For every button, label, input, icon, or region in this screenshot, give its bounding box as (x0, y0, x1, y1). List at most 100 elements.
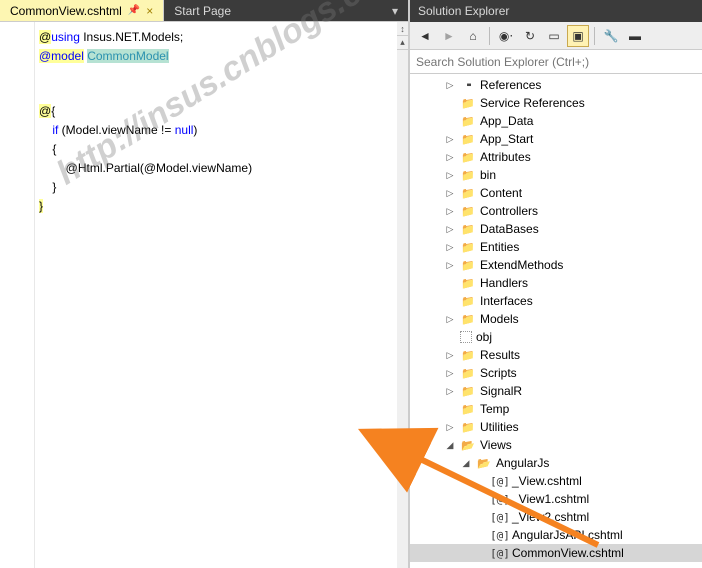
tree-node[interactable]: ▷📁Models (410, 310, 702, 328)
tree-node[interactable]: ▷📁Interfaces (410, 292, 702, 310)
tree-label: App_Data (480, 114, 533, 128)
expand-icon[interactable]: ▷ (444, 80, 456, 91)
expand-icon[interactable]: ▷ (444, 368, 456, 379)
folder-icon: 📁 (460, 96, 476, 110)
expand-icon[interactable]: ▷ (444, 422, 456, 433)
expand-icon[interactable]: ▷ (444, 188, 456, 199)
separator (489, 27, 490, 45)
folder-icon: 📁 (460, 384, 476, 398)
nav-up-icon[interactable]: ▴ (397, 36, 408, 50)
tree-node[interactable]: ▷📁Entities (410, 238, 702, 256)
tree-node[interactable]: ◢📂Views (410, 436, 702, 454)
tree-node[interactable]: ▷[@]_View2.cshtml (410, 508, 702, 526)
expand-icon[interactable]: ◢ (460, 458, 472, 469)
cshtml-icon: [@] (492, 546, 508, 560)
tree-node[interactable]: ▷📁DataBases (410, 220, 702, 238)
solution-tree[interactable]: ▷ ▪▪ References ▷📁Service References ▷ 📁 App_D… (410, 74, 702, 568)
tree-label: CommonView.cshtml (512, 546, 624, 560)
expand-icon[interactable]: ▷ (444, 260, 456, 271)
home-button[interactable]: ⌂ (462, 25, 484, 47)
solution-explorer-toolbar: ◄ ► ⌂ ◉⋅ ↻ ▭ ▣ 🔧 ▬ (410, 22, 702, 50)
tree-node[interactable]: ▷obj (410, 328, 702, 346)
expand-icon[interactable]: ▷ (444, 152, 456, 163)
collapse-button[interactable]: ▭ (543, 25, 565, 47)
tree-label: Attributes (480, 150, 531, 164)
forward-button[interactable]: ► (438, 25, 460, 47)
tree-node[interactable]: ▷📁Handlers (410, 274, 702, 292)
cshtml-icon: [@] (492, 474, 508, 488)
code-editor[interactable]: @using Insus.NET.Models; @model CommonMo… (35, 22, 397, 568)
refresh-button[interactable]: ↻ (519, 25, 541, 47)
split-button[interactable]: ↕ (397, 22, 408, 36)
tree-node[interactable]: ▷[@]AngularJsAPI.cshtml (410, 526, 702, 544)
expand-icon[interactable]: ◢ (444, 440, 456, 451)
tree-node[interactable]: ▷📁Content (410, 184, 702, 202)
tree-node[interactable]: ▷📁ExtendMethods (410, 256, 702, 274)
expand-icon[interactable]: ▷ (444, 224, 456, 235)
tree-label: Temp (480, 402, 509, 416)
sync-button[interactable]: ◉⋅ (495, 25, 517, 47)
folder-icon: 📁 (460, 240, 476, 254)
tree-label: Models (480, 312, 519, 326)
tree-label: bin (480, 168, 496, 182)
tree-node[interactable]: ▷ ▪▪ References (410, 76, 702, 94)
obj-icon (460, 331, 472, 343)
tree-node[interactable]: ▷📁SignalR (410, 382, 702, 400)
tree-label: References (480, 78, 541, 92)
cshtml-icon: [@] (492, 510, 508, 524)
folder-icon: 📁 (460, 150, 476, 164)
tree-node[interactable]: ▷ 📁 Attributes (410, 148, 702, 166)
tree-node[interactable]: ▷[@]_View1.cshtml (410, 490, 702, 508)
search-input[interactable] (410, 50, 702, 73)
expand-icon[interactable]: ▷ (444, 350, 456, 361)
tree-node[interactable]: ▷📁Controllers (410, 202, 702, 220)
close-icon[interactable]: × (146, 4, 153, 18)
expand-icon[interactable]: ▷ (444, 314, 456, 325)
tree-node[interactable]: ▷📁Temp (410, 400, 702, 418)
editor-gutter (0, 22, 35, 568)
tab-commonview[interactable]: CommonView.cshtml 📌 × (0, 0, 164, 21)
folder-icon: 📁 (460, 114, 476, 128)
tree-node[interactable]: ▷📁App_Start (410, 130, 702, 148)
show-all-button[interactable]: ▣ (567, 25, 589, 47)
tree-label: obj (476, 330, 492, 344)
tree-label: Handlers (480, 276, 528, 290)
tree-label: AngularJs (496, 456, 549, 470)
tree-node[interactable]: ◢📂AngularJs (410, 454, 702, 472)
tree-label: _View2.cshtml (512, 510, 589, 524)
chevron-down-icon[interactable]: ▾ (392, 4, 398, 18)
folder-icon: 📁 (460, 168, 476, 182)
solution-explorer-title: Solution Explorer (410, 0, 702, 22)
expand-icon[interactable]: ▷ (444, 386, 456, 397)
tree-label: Content (480, 186, 522, 200)
cshtml-icon: [@] (492, 528, 508, 542)
tab-startpage[interactable]: Start Page ▾ (164, 0, 409, 21)
folder-icon: 📁 (460, 420, 476, 434)
expand-icon[interactable]: ▷ (444, 170, 456, 181)
tree-node[interactable]: ▷📁Results (410, 346, 702, 364)
expand-icon[interactable]: ▷ (444, 134, 456, 145)
preview-button[interactable]: ▬ (624, 25, 646, 47)
tree-label: _View.cshtml (512, 474, 582, 488)
tree-label: Views (480, 438, 512, 452)
folder-icon: 📁 (460, 366, 476, 380)
tree-label: Utilities (480, 420, 519, 434)
tree-node[interactable]: ▷📁Scripts (410, 364, 702, 382)
references-icon: ▪▪ (460, 78, 476, 92)
back-button[interactable]: ◄ (414, 25, 436, 47)
tree-node[interactable]: ▷[@]CommonView.cshtml (410, 544, 702, 562)
tree-node[interactable]: ▷ 📁 bin (410, 166, 702, 184)
properties-button[interactable]: 🔧 (600, 25, 622, 47)
expand-icon[interactable]: ▷ (444, 242, 456, 253)
tree-label: Controllers (480, 204, 538, 218)
tab-label: Start Page (174, 4, 231, 18)
editor-sidebar: ↕ ▴ (397, 22, 409, 568)
tree-node[interactable]: ▷[@]_View.cshtml (410, 472, 702, 490)
tree-node[interactable]: ▷ 📁 Utilities (410, 418, 702, 436)
folder-icon: 📁 (460, 294, 476, 308)
tree-node[interactable]: ▷📁Service References (410, 94, 702, 112)
expand-icon[interactable]: ▷ (444, 206, 456, 217)
tree-label: Interfaces (480, 294, 533, 308)
tree-label: ExtendMethods (480, 258, 563, 272)
tree-node[interactable]: ▷📁App_Data (410, 112, 702, 130)
